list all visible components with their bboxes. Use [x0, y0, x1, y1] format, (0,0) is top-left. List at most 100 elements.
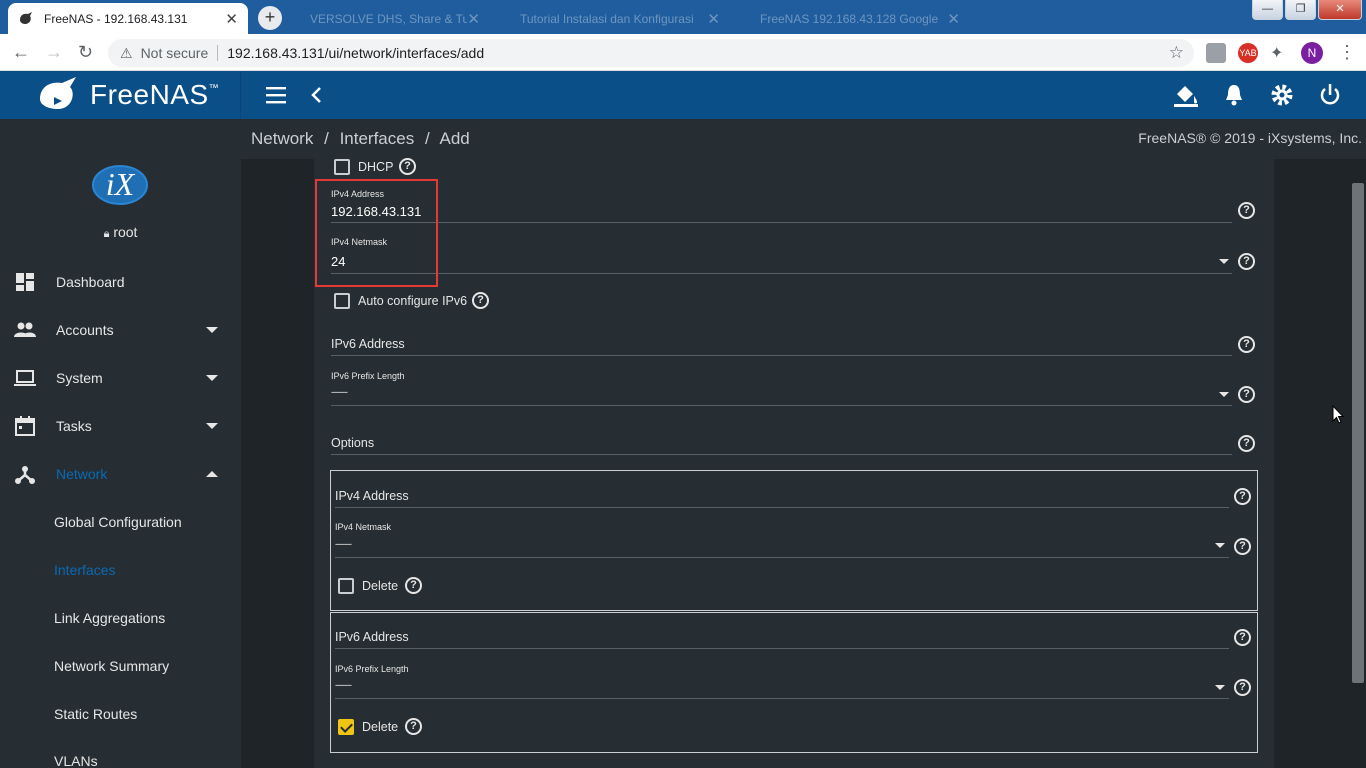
- help-icon[interactable]: ?: [1238, 253, 1255, 270]
- help-icon[interactable]: ?: [1234, 629, 1251, 646]
- alias-ipv4-delete-checkbox[interactable]: [338, 578, 354, 594]
- settings-gear-icon[interactable]: [1270, 83, 1294, 107]
- close-window-icon[interactable]: ✕: [1318, 0, 1362, 20]
- back-icon[interactable]: ←: [12, 42, 30, 63]
- dropdown-arrow-icon[interactable]: [1219, 259, 1229, 264]
- options-underline: [331, 454, 1232, 455]
- alias-ipv4-delete-label: Delete: [362, 579, 399, 593]
- chevron-left-icon[interactable]: [310, 86, 324, 104]
- help-icon[interactable]: ?: [1234, 679, 1251, 696]
- nav-sub-link-aggregations[interactable]: Link Aggregations: [54, 610, 165, 626]
- help-icon[interactable]: ?: [1234, 488, 1251, 505]
- freenas-shark-icon: [40, 77, 76, 109]
- alias-ipv4-address-underline: [335, 507, 1229, 508]
- freenas-logo[interactable]: FreeNAS ™: [0, 71, 241, 119]
- dropdown-arrow-icon[interactable]: [1219, 392, 1229, 397]
- user-name: root: [113, 224, 138, 240]
- system-laptop-icon: [14, 370, 36, 386]
- close-tab-icon[interactable]: ✕: [225, 10, 238, 28]
- network-icon: [15, 466, 35, 484]
- alias-ipv4-netmask-label: IPv4 Netmask: [335, 522, 392, 532]
- minimize-icon[interactable]: —: [1252, 0, 1283, 20]
- page-header: Network / Interfaces / Add FreeNAS® © 20…: [241, 119, 1366, 159]
- nav-dashboard-label: Dashboard: [56, 274, 125, 290]
- notifications-bell-icon[interactable]: [1224, 83, 1244, 107]
- ipv6-address-input[interactable]: IPv6 Address: [331, 337, 405, 351]
- nav-sub-vlans[interactable]: VLANs: [54, 753, 98, 768]
- alias-ipv4-netmask-select[interactable]: --------: [335, 539, 352, 549]
- scrollbar-thumb[interactable]: [1352, 183, 1364, 683]
- bookmark-star-icon[interactable]: ☆: [1169, 43, 1184, 63]
- help-icon[interactable]: ?: [1238, 202, 1255, 219]
- help-icon[interactable]: ?: [1234, 538, 1251, 555]
- help-icon[interactable]: ?: [405, 577, 422, 594]
- browser-tab-3-title: FreeNAS 192.168.43.128 Google: [760, 11, 939, 26]
- browser-tab-1[interactable]: VERSOLVE DHS, Share & Tu ✕: [290, 3, 490, 34]
- nav-accounts[interactable]: Accounts: [0, 306, 241, 354]
- brand-name: FreeNAS: [90, 79, 209, 110]
- url-text: 192.168.43.131/ui/network/interfaces/add: [227, 45, 485, 61]
- close-tab-icon[interactable]: ✕: [947, 10, 960, 28]
- extension-badge-icon[interactable]: YAB: [1238, 43, 1258, 63]
- mouse-cursor-icon: [1332, 405, 1344, 424]
- nav-dashboard[interactable]: Dashboard: [0, 258, 241, 306]
- browser-tab-3[interactable]: FreeNAS 192.168.43.128 Google ✕: [740, 3, 970, 34]
- ix-avatar: iX: [92, 161, 150, 212]
- ipv6-prefix-select[interactable]: --------: [331, 387, 348, 397]
- page-scrollbar[interactable]: [1350, 159, 1366, 768]
- alias-ipv6-prefix-select[interactable]: --------: [335, 680, 352, 690]
- alias-ipv6-address-input[interactable]: IPv6 Address: [335, 630, 409, 644]
- security-label: Not secure: [140, 45, 209, 61]
- new-tab-button[interactable]: +: [258, 6, 282, 30]
- dropdown-arrow-icon[interactable]: [1215, 685, 1225, 690]
- chevron-up-icon: [206, 471, 218, 477]
- theme-paint-bucket-icon[interactable]: [1173, 82, 1199, 108]
- nav-tasks[interactable]: Tasks: [0, 402, 241, 450]
- browser-tab-title: FreeNAS - 192.168.43.131: [44, 11, 188, 26]
- hamburger-menu-icon[interactable]: [265, 85, 287, 105]
- ix-avatar-text: iX: [106, 166, 136, 202]
- nav-sub-interfaces[interactable]: Interfaces: [54, 562, 115, 578]
- browser-tab-2[interactable]: Tutorial Instalasi dan Konfigurasi ✕: [500, 3, 730, 34]
- browser-tab-active[interactable]: FreeNAS - 192.168.43.131 ✕: [8, 3, 248, 34]
- current-user: 🔒︎ root: [0, 224, 241, 241]
- help-icon[interactable]: ?: [405, 718, 422, 735]
- breadcrumb-interfaces[interactable]: Interfaces: [340, 129, 415, 148]
- extensions-puzzle-icon[interactable]: ✦: [1270, 43, 1283, 63]
- help-icon[interactable]: ?: [1238, 435, 1255, 452]
- chevron-down-icon: [206, 375, 218, 381]
- maximize-icon[interactable]: ❐: [1285, 0, 1316, 20]
- nav-sub-global-configuration[interactable]: Global Configuration: [54, 514, 182, 530]
- extension-icon[interactable]: [1206, 43, 1226, 63]
- reload-icon[interactable]: ↻: [78, 42, 93, 63]
- breadcrumb-separator: /: [424, 129, 430, 148]
- forward-icon[interactable]: →: [45, 42, 63, 63]
- help-icon[interactable]: ?: [1238, 386, 1255, 403]
- options-input[interactable]: Options: [331, 436, 374, 450]
- help-icon[interactable]: ?: [1238, 336, 1255, 353]
- power-icon[interactable]: [1319, 83, 1341, 107]
- brand-trademark: ™: [208, 82, 219, 94]
- auto-configure-ipv6-checkbox[interactable]: [334, 293, 350, 309]
- profile-avatar[interactable]: N: [1301, 42, 1323, 64]
- url-field[interactable]: ⚠ Not secure 192.168.43.131/ui/network/i…: [108, 39, 1194, 67]
- dhcp-checkbox[interactable]: [334, 159, 350, 175]
- nav-system-label: System: [56, 370, 103, 386]
- breadcrumb-network[interactable]: Network: [251, 129, 313, 148]
- nav-sub-static-routes[interactable]: Static Routes: [54, 706, 137, 722]
- help-icon[interactable]: ?: [399, 158, 416, 175]
- alias-ipv4-group: [330, 470, 1258, 611]
- copyright-text: FreeNAS® © 2019 - iXsystems, Inc.: [1138, 130, 1362, 146]
- nav-sub-network-summary[interactable]: Network Summary: [54, 658, 169, 674]
- nav-system[interactable]: System: [0, 354, 241, 402]
- alias-ipv6-delete-checkbox[interactable]: [338, 719, 354, 735]
- browser-menu-icon[interactable]: ⋮: [1338, 42, 1356, 63]
- breadcrumb: Network / Interfaces / Add: [251, 129, 470, 149]
- nav-network-label: Network: [56, 466, 108, 482]
- alias-ipv4-address-input[interactable]: IPv4 Address: [335, 489, 409, 503]
- close-tab-icon[interactable]: ✕: [467, 10, 480, 28]
- close-tab-icon[interactable]: ✕: [707, 10, 720, 28]
- nav-network[interactable]: Network: [0, 450, 241, 498]
- dropdown-arrow-icon[interactable]: [1215, 543, 1225, 548]
- help-icon[interactable]: ?: [472, 292, 489, 309]
